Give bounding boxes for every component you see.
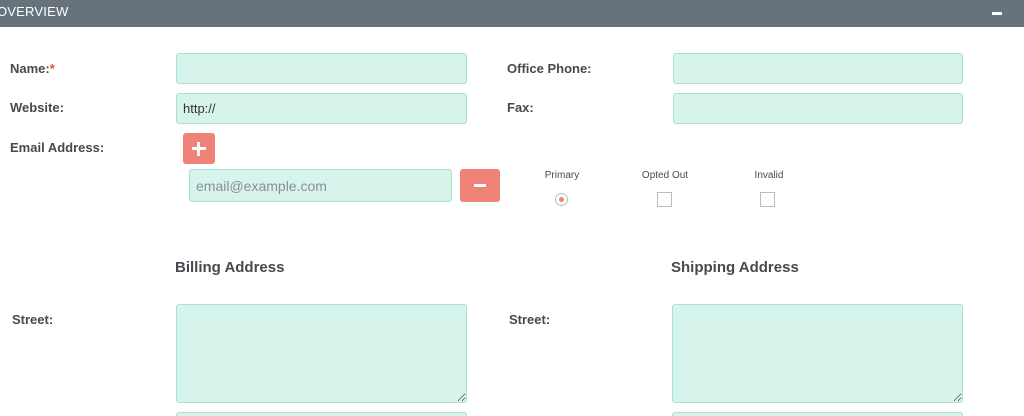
website-label: Website: [10, 100, 64, 115]
billing-street-label: Street: [12, 312, 54, 327]
shipping-street-textarea[interactable] [672, 304, 963, 403]
primary-email-radio[interactable] [555, 193, 568, 206]
overview-panel-header[interactable]: OVERVIEW [0, 0, 1024, 27]
radio-selected-dot [559, 197, 564, 202]
fax-input[interactable] [673, 93, 963, 124]
shipping-address-title: Shipping Address [671, 259, 799, 276]
email-input[interactable] [189, 169, 452, 202]
office-phone-input[interactable] [673, 53, 963, 84]
shipping-street-label: Street: [509, 312, 551, 327]
required-marker: * [49, 61, 55, 76]
website-input[interactable] [176, 93, 467, 124]
opted-out-checkbox[interactable] [657, 192, 672, 207]
name-label: Name:* [10, 61, 55, 76]
invalid-checkbox[interactable] [760, 192, 775, 207]
name-input[interactable] [176, 53, 467, 84]
add-email-button[interactable] [183, 133, 215, 164]
account-edit-form: OVERVIEW Name:* Office Phone: Website: F… [0, 0, 1024, 416]
shipping-city-input[interactable] [672, 412, 963, 416]
office-phone-label: Office Phone: [507, 61, 592, 76]
minus-icon[interactable] [990, 6, 1004, 20]
billing-street-textarea[interactable] [176, 304, 467, 403]
fax-label: Fax: [507, 100, 534, 115]
billing-city-input[interactable] [176, 412, 467, 416]
invalid-label: Invalid [754, 170, 784, 181]
panel-title: OVERVIEW [0, 4, 69, 19]
billing-address-title: Billing Address [175, 259, 285, 276]
remove-email-button[interactable] [460, 169, 500, 202]
opted-out-label: Opted Out [641, 170, 689, 181]
email-address-label: Email Address: [10, 140, 105, 155]
primary-label: Primary [544, 170, 580, 181]
